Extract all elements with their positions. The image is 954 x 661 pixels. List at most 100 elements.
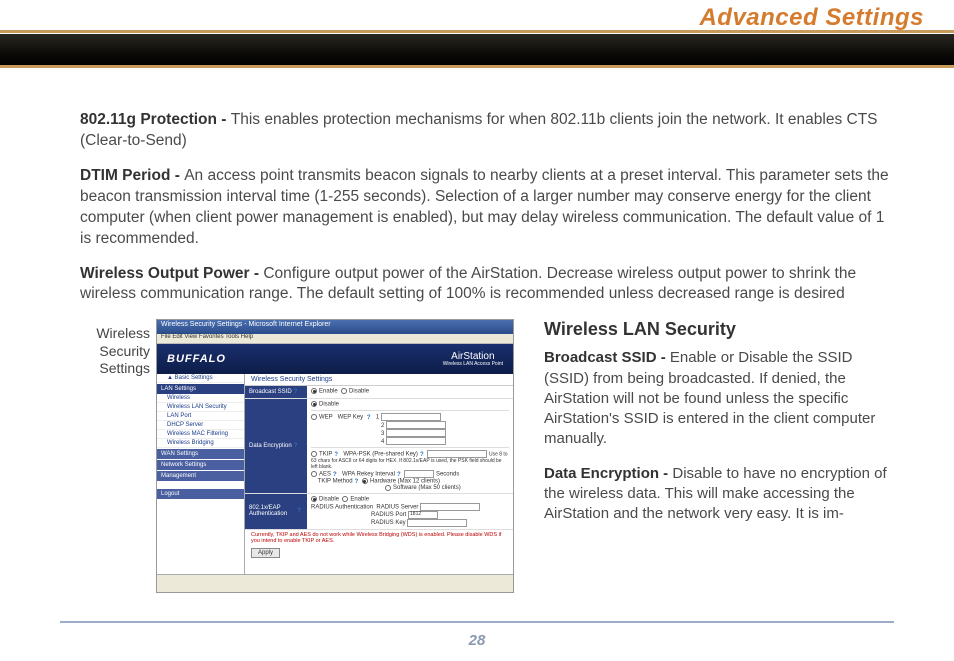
radio-icon xyxy=(311,388,317,394)
ss-eap-enable: Enable xyxy=(350,497,369,503)
ss-radius-key: RADIUS Key xyxy=(371,520,406,526)
ss-wep4 xyxy=(386,437,446,445)
radio-icon xyxy=(311,471,317,477)
ss-row-eap: 802.1x/EAP Authentication ? Disable Enab… xyxy=(245,494,513,530)
right-column: Wireless LAN Security Broadcast SSID - E… xyxy=(534,319,894,593)
ss-eap-label-text: 802.1x/EAP Authentication xyxy=(249,505,295,517)
ss-wan-head: WAN Settings xyxy=(157,449,244,459)
help-icon: ? xyxy=(420,452,424,458)
ss-eap-body: Disable Enable RADIUS Authentication RAD… xyxy=(307,494,513,529)
footer-rule xyxy=(60,621,894,623)
radio-icon xyxy=(342,496,348,502)
screenshot-caption: Wireless Security Settings xyxy=(80,319,150,593)
bottom-row: Wireless Security Settings Wireless Secu… xyxy=(80,319,894,593)
ss-main: Wireless Security Settings Broadcast SSI… xyxy=(245,374,513,574)
help-icon: ? xyxy=(334,452,338,458)
ss-disable: Disable xyxy=(349,389,369,395)
ss-tkip-method: TKIP Method xyxy=(318,479,353,485)
ss-eap-disable: Disable xyxy=(319,497,339,503)
ss-net-head: Network Settings xyxy=(157,460,244,470)
ss-hw: Hardware (Max 12 clients) xyxy=(370,479,440,485)
ss-window-title: Wireless Security Settings - Microsoft I… xyxy=(157,320,513,334)
ss-broadcast-label-text: Broadcast SSID xyxy=(249,389,292,395)
help-icon: ? xyxy=(294,389,298,395)
page-number: 28 xyxy=(0,632,954,649)
ss-menubar: File Edit View Favorites Tools Help xyxy=(157,334,513,344)
ss-side-item: Wireless Bridging xyxy=(157,439,244,448)
ss-psk-input xyxy=(427,450,487,458)
label-output-power: Wireless Output Power - xyxy=(80,265,263,282)
text-dtim: An access point transmits beacon signals… xyxy=(80,167,889,247)
embedded-screenshot: Wireless Security Settings - Microsoft I… xyxy=(156,319,514,593)
ss-row-broadcast: Broadcast SSID ? Enable Disable xyxy=(245,386,513,399)
paragraph-80211g: 802.11g Protection - This enables protec… xyxy=(80,110,894,152)
radio-icon xyxy=(385,485,391,491)
radio-icon xyxy=(311,401,317,407)
ss-brand-logo: BUFFALO xyxy=(167,353,226,365)
ss-wep3 xyxy=(386,429,446,437)
ss-enc-label-text: Data Encryption xyxy=(249,443,292,449)
radio-icon xyxy=(341,388,347,394)
label-80211g: 802.11g Protection - xyxy=(80,111,231,128)
help-icon: ? xyxy=(333,472,337,478)
radio-icon xyxy=(362,478,368,484)
paragraph-dtim: DTIM Period - An access point transmits … xyxy=(80,166,894,250)
ss-wep: WEP xyxy=(319,415,333,421)
content-area: 802.11g Protection - This enables protec… xyxy=(0,70,954,603)
decorative-line xyxy=(0,30,954,33)
ss-body: ▲ Basic Settings LAN Settings Wireless W… xyxy=(157,374,513,574)
ss-radius-auth: RADIUS Authentication xyxy=(311,504,373,510)
ss-side-item: Wireless xyxy=(157,394,244,403)
ss-wep2 xyxy=(386,421,446,429)
ss-side-item: LAN Port xyxy=(157,412,244,421)
ss-logout: Logout xyxy=(157,489,244,499)
ss-broadcast-label: Broadcast SSID ? xyxy=(245,386,307,398)
ss-eap-label: 802.1x/EAP Authentication ? xyxy=(245,494,307,529)
ss-broadcast-body: Enable Disable xyxy=(307,386,513,398)
ss-side-item: Wireless LAN Security xyxy=(157,403,244,412)
ss-enable: Enable xyxy=(319,389,338,395)
ss-row-encryption: Data Encryption ? Disable WEP WEP Key ? … xyxy=(245,399,513,494)
ss-statusbar xyxy=(157,574,513,592)
ss-basic-settings: ▲ Basic Settings xyxy=(157,374,244,383)
help-icon: ? xyxy=(355,479,359,485)
ss-radius-server-input xyxy=(420,503,480,511)
paragraph-broadcast-ssid: Broadcast SSID - Enable or Disable the S… xyxy=(544,348,894,449)
label-data-encryption: Data Encryption - xyxy=(544,465,672,482)
ss-radius-port-val: 1812 xyxy=(410,511,421,517)
ss-radius-port: RADIUS Port xyxy=(371,512,406,518)
ss-apply-button: Apply xyxy=(251,548,280,558)
ss-enc-body: Disable WEP WEP Key ? 1 2 3 4 xyxy=(307,399,513,493)
ss-aes: AES xyxy=(319,472,331,478)
decorative-line xyxy=(0,65,954,68)
ss-rekey-input xyxy=(404,470,434,478)
label-dtim: DTIM Period - xyxy=(80,167,184,184)
header-banner: Advanced Settings xyxy=(0,0,954,70)
ss-sw: Software (Max 50 clients) xyxy=(393,485,461,491)
paragraph-output-power: Wireless Output Power - Configure output… xyxy=(80,264,894,306)
help-icon: ? xyxy=(397,472,401,478)
radio-icon xyxy=(311,451,317,457)
radio-icon xyxy=(311,496,317,502)
help-icon: ? xyxy=(297,508,301,514)
ss-mgmt-head: Management xyxy=(157,471,244,481)
ss-radius-key-input xyxy=(407,519,467,527)
ss-tkip: TKIP xyxy=(319,452,332,458)
help-icon: ? xyxy=(367,415,371,421)
ss-side-item: DHCP Server xyxy=(157,421,244,430)
section-heading-wlan-security: Wireless LAN Security xyxy=(544,319,894,340)
page-title: Advanced Settings xyxy=(699,4,924,32)
ss-psk: WPA-PSK (Pre-shared Key) xyxy=(343,452,418,458)
ss-radius-server: RADIUS Server xyxy=(376,504,418,510)
radio-icon xyxy=(311,414,317,420)
help-icon: ? xyxy=(294,443,298,449)
ss-brand-bar: BUFFALO AirStation Wireless LAN Access P… xyxy=(157,344,513,374)
ss-rekey: WPA Rekey Interval xyxy=(342,472,395,478)
ss-enc-label: Data Encryption ? xyxy=(245,399,307,493)
ss-brand-sub: Wireless LAN Access Point xyxy=(443,362,503,367)
ss-radius-port-input: 1812 xyxy=(408,511,438,519)
ss-lan-head: LAN Settings xyxy=(157,384,244,394)
ss-enc-disable: Disable xyxy=(319,402,339,408)
decorative-band xyxy=(0,34,954,66)
ss-wepkey: WEP Key xyxy=(338,415,364,421)
